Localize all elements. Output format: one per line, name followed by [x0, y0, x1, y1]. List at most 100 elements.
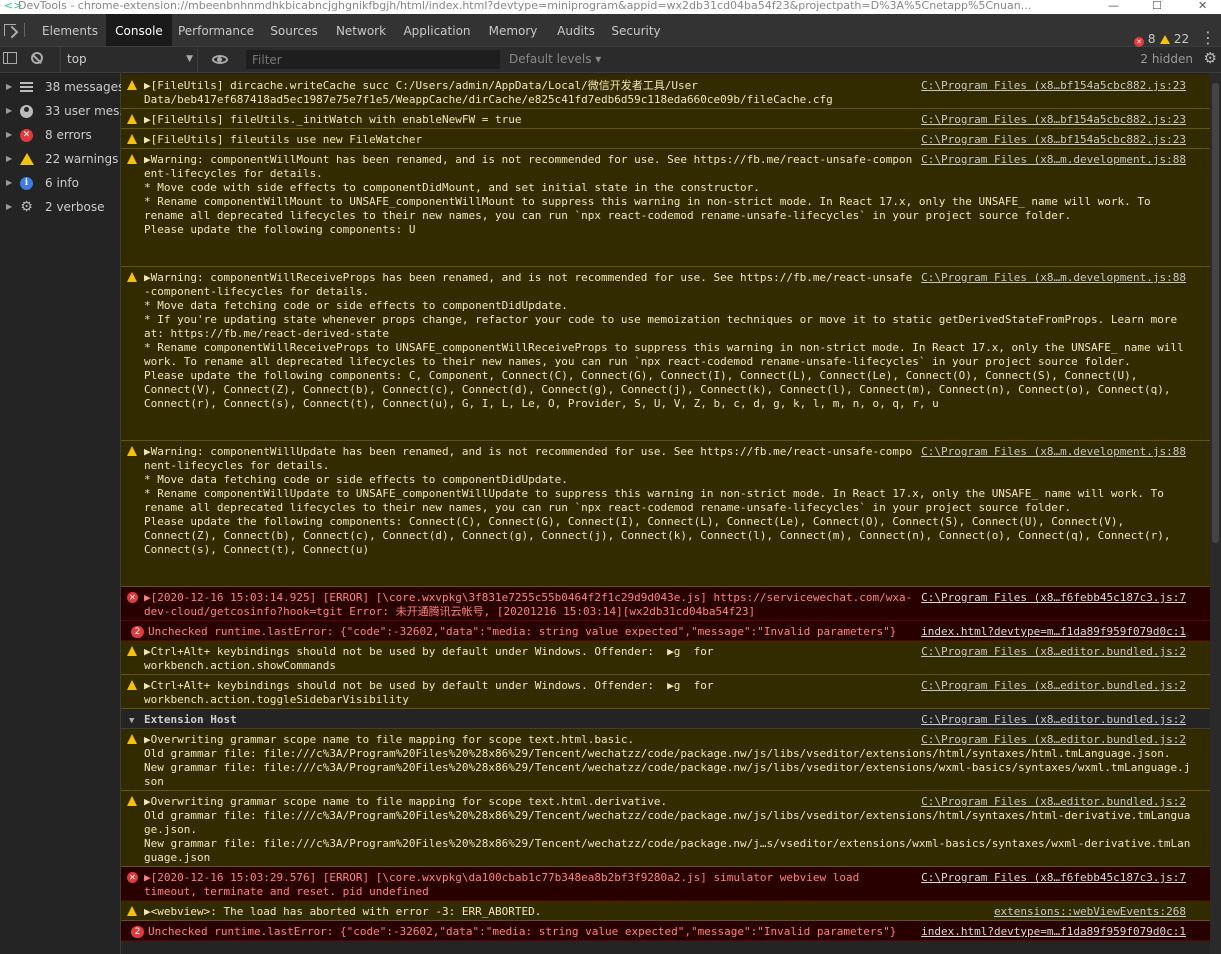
source-link[interactable]: C:\Program Files (x8…bf154a5cbc882.js:23: [921, 133, 1186, 147]
minimize-button[interactable]: —: [1108, 0, 1119, 12]
source-link[interactable]: C:\Program Files (x8…editor.bundled.js:2: [921, 713, 1186, 727]
source-link[interactable]: extensions::webViewEvents:268: [994, 905, 1186, 919]
message-line: workbench.action.showCommands: [144, 659, 337, 672]
user-icon: [20, 105, 33, 118]
message-line: guage.json: [144, 851, 211, 864]
expand-arrow-icon[interactable]: ▶: [6, 99, 12, 123]
sidebar-item-error[interactable]: ▶ ✕ 8 errors: [0, 123, 120, 147]
more-options-icon[interactable]: ⋮: [1200, 28, 1216, 47]
sidebar-toggle-icon[interactable]: [3, 52, 17, 64]
sidebar-item-verbose[interactable]: ▶ ⚙ 2 verbose: [0, 195, 120, 219]
console-group-header[interactable]: ▼ Extension Host C:\Program Files (x8…edit…: [121, 709, 1210, 729]
console-message-warn[interactable]: ▶Overwriting grammar scope name to file …: [121, 729, 1210, 791]
expand-arrow-icon[interactable]: ▶: [6, 147, 12, 171]
source-link[interactable]: C:\Program Files (x8…f6febb45c187c3.js:7: [921, 871, 1186, 885]
message-line: rename all deprecated lifecycles to thei…: [144, 209, 1072, 222]
list-icon: [20, 82, 33, 92]
error-count-badge[interactable]: ✕ 8: [1134, 32, 1155, 47]
console-message-error[interactable]: ✕ ▶[2020-12-16 15:03:29.576] [ERROR] [\co…: [121, 867, 1210, 901]
maximize-button[interactable]: ☐: [1152, 0, 1162, 12]
expand-arrow-icon[interactable]: ▶: [6, 195, 12, 219]
warning-count: 22: [1173, 32, 1190, 46]
message-line: son: [144, 775, 164, 788]
source-link[interactable]: C:\Program Files (x8…editor.bundled.js:2: [921, 795, 1186, 809]
source-link[interactable]: C:\Program Files (x8…m.development.js:88: [921, 271, 1186, 285]
source-link[interactable]: C:\Program Files (x8…f6febb45c187c3.js:7: [921, 591, 1186, 605]
source-link[interactable]: C:\Program Files (x8…editor.bundled.js:2: [921, 679, 1186, 693]
source-link[interactable]: C:\Program Files (x8…bf154a5cbc882.js:23: [921, 79, 1186, 93]
sidebar-item-label: 22 warnings: [45, 152, 119, 166]
console-message-warn[interactable]: ▶Ctrl+Alt+ keybindings should not be use…: [121, 641, 1210, 675]
repeat-count-badge: 2: [131, 626, 144, 638]
tab-console[interactable]: Console: [106, 14, 172, 46]
expand-arrow-icon[interactable]: ▶: [6, 171, 12, 195]
expand-arrow-icon[interactable]: ▶: [6, 123, 12, 147]
tab-memory[interactable]: Memory: [480, 14, 546, 46]
message-line[interactable]: New grammar file: file:///c%3A/Program%2…: [144, 837, 1190, 851]
tab-security[interactable]: Security: [605, 14, 667, 46]
message-line: Data/beb417ef687418ad5ec1987e75e7f1e5/We…: [144, 93, 833, 106]
message-line[interactable]: Old grammar file: file:///c%3A/Program%2…: [144, 809, 1190, 823]
inspect-element-icon[interactable]: [4, 24, 16, 36]
console-message-error[interactable]: ✕ ▶[2020-12-16 15:03:14.925] [ERROR] [\co…: [121, 587, 1210, 621]
message-line[interactable]: Old grammar file: file:///c%3A/Program%2…: [144, 747, 1190, 761]
source-link[interactable]: index.html?devtype=m…f1da89f959f079d0c:1: [921, 625, 1186, 639]
log-levels-dropdown[interactable]: Default levels ▾: [509, 47, 601, 72]
console-message-error[interactable]: 2 Unchecked runtime.lastError: {"code":-3…: [121, 921, 1210, 941]
message-line[interactable]: ▶[2020-12-16 15:03:14.925] [ERROR] [\cor…: [144, 591, 912, 605]
console-settings-gear-icon[interactable]: ⚙: [1204, 49, 1217, 67]
tab-audits[interactable]: Audits: [549, 14, 603, 46]
close-window-button[interactable]: ✕: [1198, 0, 1207, 12]
source-link[interactable]: C:\Program Files (x8…editor.bundled.js:2: [921, 645, 1186, 659]
console-message-warn[interactable]: ▶Warning: componentWillMount has been re…: [121, 149, 1210, 267]
repeat-count-badge: 2: [131, 926, 144, 938]
console-message-warn[interactable]: ▶Warning: componentWillReceiveProps has …: [121, 267, 1210, 441]
console-message-warn[interactable]: ▶[FileUtils] fileutils use new FileWatch…: [121, 129, 1210, 149]
message-line: ▶Ctrl+Alt+ keybindings should not be use…: [144, 645, 714, 658]
tab-performance[interactable]: Performance: [172, 14, 260, 46]
warning-icon: [127, 680, 137, 690]
expand-arrow-icon[interactable]: ▶: [6, 75, 12, 99]
tab-sources[interactable]: Sources: [262, 14, 326, 46]
console-message-warn[interactable]: ▶Overwriting grammar scope name to file …: [121, 791, 1210, 867]
tab-application[interactable]: Application: [396, 14, 478, 46]
devtools-tab-bar: Elements Console Performance Sources Network…: [0, 14, 1221, 47]
warning-count-badge[interactable]: 22: [1160, 32, 1189, 46]
source-link[interactable]: C:\Program Files (x8…m.development.js:88: [921, 445, 1186, 459]
error-icon: ✕: [127, 592, 138, 603]
clear-console-icon[interactable]: [31, 52, 43, 64]
scrollbar-thumb[interactable]: [1212, 83, 1219, 543]
tab-elements[interactable]: Elements: [40, 14, 100, 46]
message-line[interactable]: New grammar file: file:///c%3A/Program%2…: [144, 761, 1190, 775]
live-expression-eye-icon[interactable]: [212, 55, 228, 64]
source-link[interactable]: C:\Program Files (x8…editor.bundled.js:2: [921, 733, 1186, 747]
console-message-warn[interactable]: ▶[FileUtils] fileUtils._initWatch with e…: [121, 109, 1210, 129]
console-message-warn[interactable]: ▶Ctrl+Alt+ keybindings should not be use…: [121, 675, 1210, 709]
source-link[interactable]: index.html?devtype=m…f1da89f959f079d0c:1: [921, 925, 1186, 939]
source-link[interactable]: C:\Program Files (x8…bf154a5cbc882.js:23: [921, 113, 1186, 127]
message-line: Connect(s), Connect(t), Connect(u): [144, 543, 370, 556]
group-collapse-arrow-icon[interactable]: ▼: [129, 714, 134, 728]
error-icon: ✕: [127, 872, 138, 883]
window-title: DevTools - chrome-extension://mbeenbnhnm…: [18, 0, 1032, 12]
error-count: 8: [1147, 32, 1156, 46]
console-scrollbar[interactable]: [1210, 73, 1221, 954]
message-text: Unchecked runtime.lastError: {"code":-32…: [148, 625, 896, 639]
context-selector[interactable]: top ▼: [60, 47, 198, 72]
sidebar-item-list[interactable]: ▶ 38 messages: [0, 75, 124, 99]
console-message-warn[interactable]: ▶[FileUtils] dircache.writeCache succ C:…: [121, 75, 1210, 109]
source-link[interactable]: C:\Program Files (x8…m.development.js:88: [921, 153, 1186, 167]
sidebar-item-warning[interactable]: ▶ 22 warnings: [0, 147, 120, 171]
warning-icon: [127, 114, 137, 124]
message-line: Please update the following components: …: [144, 223, 416, 236]
message-line[interactable]: at: https://fb.me/react-derived-state: [144, 327, 1184, 341]
sidebar-item-label: 33 user mes...: [45, 104, 131, 118]
message-text: ▶Warning: componentWillUpdate has been r…: [144, 445, 1171, 557]
tab-network[interactable]: Network: [328, 14, 394, 46]
sidebar-item-user[interactable]: ▶ 33 user mes...: [0, 99, 131, 123]
console-message-warn[interactable]: ▶Warning: componentWillUpdate has been r…: [121, 441, 1210, 587]
console-message-warn[interactable]: ▶<webview>: The load has aborted with er…: [121, 901, 1210, 921]
filter-input[interactable]: [246, 50, 500, 69]
sidebar-item-info[interactable]: ▶ i 6 info: [0, 171, 120, 195]
console-message-error[interactable]: 2 Unchecked runtime.lastError: {"code":-3…: [121, 621, 1210, 641]
